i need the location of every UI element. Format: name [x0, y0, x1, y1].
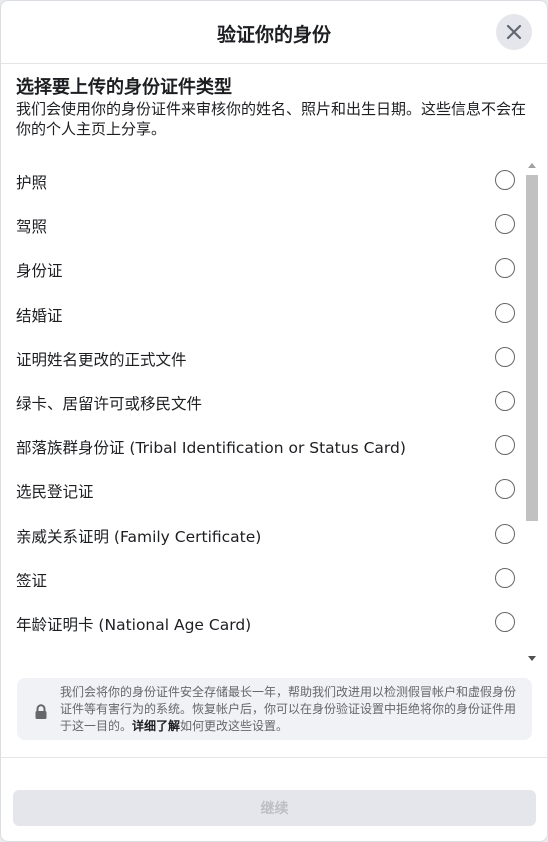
scroll-down-arrow-icon[interactable]: [528, 656, 536, 661]
option-label: 签证: [16, 571, 48, 590]
radio-button[interactable]: [495, 479, 515, 500]
radio-button[interactable]: [495, 523, 515, 544]
option-label: 驾照: [16, 218, 48, 237]
id-option-green-card[interactable]: 绿卡、居留许可或移民文件: [1, 380, 547, 424]
option-label: 亲威关系证明 (Family Certificate): [16, 527, 262, 546]
radio-button[interactable]: [495, 258, 515, 279]
option-label: 绿卡、居留许可或移民文件: [16, 394, 203, 413]
option-label: 结婚证: [16, 306, 63, 325]
section-description: 我们会使用你的身份证件来审核你的姓名、照片和出生日期。这些信息不会在你的个人主页…: [16, 100, 527, 138]
verify-identity-dialog: 验证你的身份 选择要上传的身份证件类型 我们会使用你的身份证件来审核你的姓名、照…: [0, 0, 548, 842]
id-option-visa[interactable]: 签证: [1, 557, 547, 601]
section-heading: 选择要上传的身份证件类型: [16, 77, 232, 98]
id-option-id-card[interactable]: 身份证: [1, 247, 547, 291]
id-option-voter-registration[interactable]: 选民登记证: [1, 468, 547, 512]
radio-button[interactable]: [495, 214, 515, 235]
notice-body-end: 如何更改这些设置。: [180, 719, 289, 733]
radio-button[interactable]: [495, 435, 515, 456]
close-icon: [506, 24, 522, 40]
option-label: 选民登记证: [16, 483, 94, 502]
radio-button[interactable]: [495, 170, 515, 190]
list-scrollbar[interactable]: [524, 159, 540, 666]
radio-button[interactable]: [495, 302, 515, 323]
continue-button[interactable]: 继续: [13, 790, 536, 826]
close-button[interactable]: [496, 14, 532, 50]
dialog-title: 验证你的身份: [216, 24, 331, 46]
option-label: 年龄证明卡 (National Age Card): [16, 615, 252, 634]
radio-button[interactable]: [495, 567, 515, 588]
id-option-drivers-license[interactable]: 驾照: [1, 203, 547, 247]
id-option-national-age-card[interactable]: 年龄证明卡 (National Age Card): [1, 601, 547, 645]
scrollbar-thumb[interactable]: [526, 175, 538, 521]
radio-button[interactable]: [495, 346, 515, 367]
option-label: 身份证: [16, 262, 63, 281]
id-option-family-certificate[interactable]: 亲威关系证明 (Family Certificate): [1, 513, 547, 557]
id-option-name-change-document[interactable]: 证明姓名更改的正式文件: [1, 336, 547, 380]
storage-notice: 我们会将你的身份证件安全存储最长一年，帮助我们改进用以检测假冒帐户和虚假身份证件…: [17, 678, 532, 740]
id-option-marriage-certificate[interactable]: 结婚证: [1, 292, 547, 336]
scroll-up-arrow-icon[interactable]: [528, 163, 536, 168]
id-option-passport[interactable]: 护照: [1, 159, 547, 203]
learn-more-link[interactable]: 详细了解: [132, 719, 180, 733]
lock-icon: [35, 704, 47, 719]
option-label: 部落族群身份证 (Tribal Identification or Status…: [16, 439, 406, 458]
radio-button[interactable]: [495, 611, 515, 632]
notice-text: 我们会将你的身份证件安全存储最长一年，帮助我们改进用以检测假冒帐户和虚假身份证件…: [60, 684, 522, 735]
option-label: 护照: [16, 174, 48, 192]
option-label: 证明姓名更改的正式文件: [16, 350, 187, 369]
radio-button[interactable]: [495, 390, 515, 411]
id-option-tribal-id[interactable]: 部落族群身份证 (Tribal Identification or Status…: [1, 424, 547, 468]
dialog-header: 验证你的身份: [1, 1, 547, 64]
footer-divider: [1, 757, 547, 758]
id-type-list: 护照 驾照 身份证 结婚证 证明姓名更改的正式文件 绿卡、居留许可或移民文件 部…: [1, 159, 547, 667]
